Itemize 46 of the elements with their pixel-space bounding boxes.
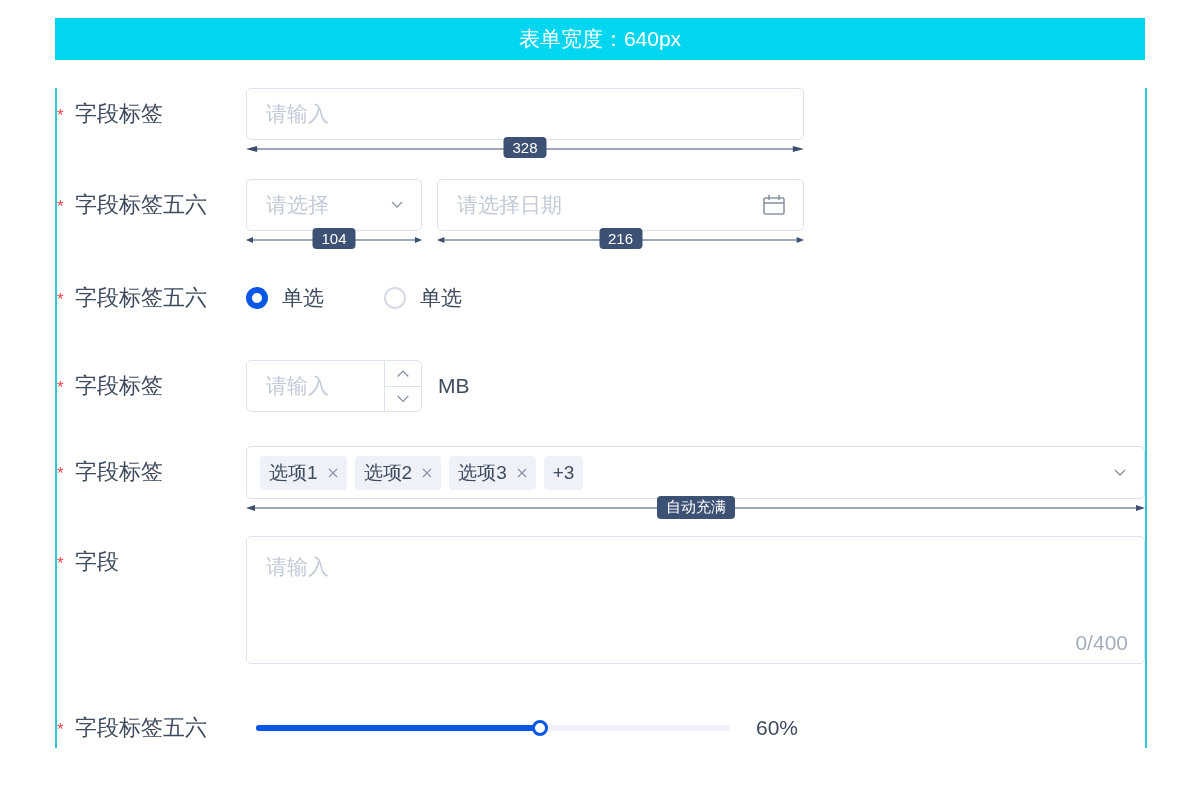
required-mark: * [57,105,65,126]
chevron-down-icon [1114,468,1126,477]
width-badge: 216 [599,228,642,249]
close-icon[interactable] [516,467,527,478]
radio-option[interactable]: 单选 [246,284,324,312]
close-icon[interactable] [327,467,338,478]
width-badge: 328 [503,137,547,158]
field-label: 字段标签五六 [75,714,207,742]
multi-select-field[interactable]: 选项1 选项2 选项3 +3 [246,446,1145,499]
banner-title: 表单宽度：640px [518,26,682,52]
width-badge: 104 [312,228,356,249]
field-label: 字段标签 [75,458,163,486]
required-mark: * [57,463,65,484]
number-input[interactable]: 请输入 [246,360,422,412]
number-placeholder: 请输入 [266,373,329,399]
date-placeholder: 请选择日期 [457,192,562,218]
field-label: 字段 [75,548,119,576]
radio-option[interactable]: 单选 [384,284,462,312]
date-picker-field[interactable]: 请选择日期 [437,179,804,231]
required-mark: * [57,553,65,574]
field-label: 字段标签五六 [75,284,207,312]
textarea-field[interactable]: 请输入 0/400 [246,536,1145,664]
close-icon[interactable] [422,467,433,478]
field-label: 字段标签 [75,100,163,128]
required-mark: * [57,377,65,398]
calendar-icon [763,195,785,215]
width-badge: 自动充满 [656,496,735,519]
slider-thumb[interactable] [532,720,549,736]
required-mark: * [57,719,65,740]
field-label: 字段标签五六 [75,191,207,219]
tag-label: 选项1 [269,460,318,485]
select-field[interactable]: 请选择 [246,179,422,231]
tag-label: 选项2 [363,460,413,485]
select-placeholder: 请选择 [266,192,329,218]
radio-button[interactable] [246,287,268,309]
slider-value: 60% [756,716,799,740]
field-label: 字段标签 [75,372,163,400]
tag-label: 选项3 [458,460,507,485]
text-input[interactable]: 请输入 [246,88,804,140]
textarea-placeholder: 请输入 [266,555,329,578]
unit-label: MB [438,374,470,398]
required-mark: * [57,289,65,310]
tag-label: +3 [552,461,575,484]
character-counter: 0/400 [1075,631,1128,655]
chevron-down-icon [391,201,403,209]
required-mark: * [57,196,65,217]
